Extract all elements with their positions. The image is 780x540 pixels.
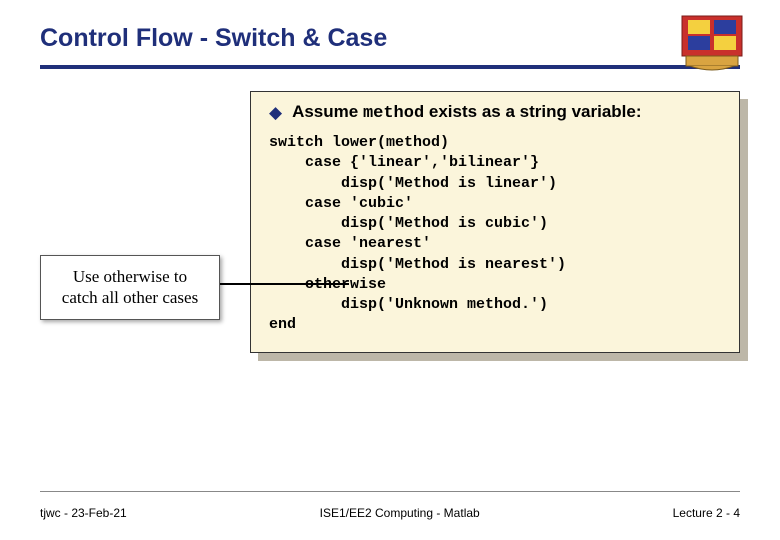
- assume-suffix: exists as a string variable:: [424, 102, 641, 121]
- otherwise-callout: Use otherwise to catch all other cases: [40, 255, 220, 320]
- crest-logo: [680, 14, 744, 72]
- callout-line-2: catch all other cases: [49, 287, 211, 308]
- footer-rule: [40, 491, 740, 492]
- footer-left: tjwc - 23-Feb-21: [40, 506, 127, 520]
- footer: tjwc - 23-Feb-21 ISE1/EE2 Computing - Ma…: [0, 506, 780, 520]
- assume-text: Assume method exists as a string variabl…: [292, 102, 641, 123]
- bullet-icon: ◆: [269, 103, 282, 123]
- callout-line-1: Use otherwise to: [49, 266, 211, 287]
- footer-right: Lecture 2 - 4: [673, 506, 740, 520]
- footer-center: ISE1/EE2 Computing - Matlab: [320, 506, 480, 520]
- slide-title: Control Flow - Switch & Case: [40, 24, 387, 53]
- assume-line: ◆ Assume method exists as a string varia…: [269, 102, 721, 123]
- callout-connector: [219, 283, 349, 285]
- code-block: switch lower(method) case {'linear','bil…: [269, 133, 721, 336]
- code-box: ◆ Assume method exists as a string varia…: [250, 91, 740, 353]
- assume-prefix: Assume: [292, 102, 363, 121]
- assume-method: method: [363, 104, 424, 123]
